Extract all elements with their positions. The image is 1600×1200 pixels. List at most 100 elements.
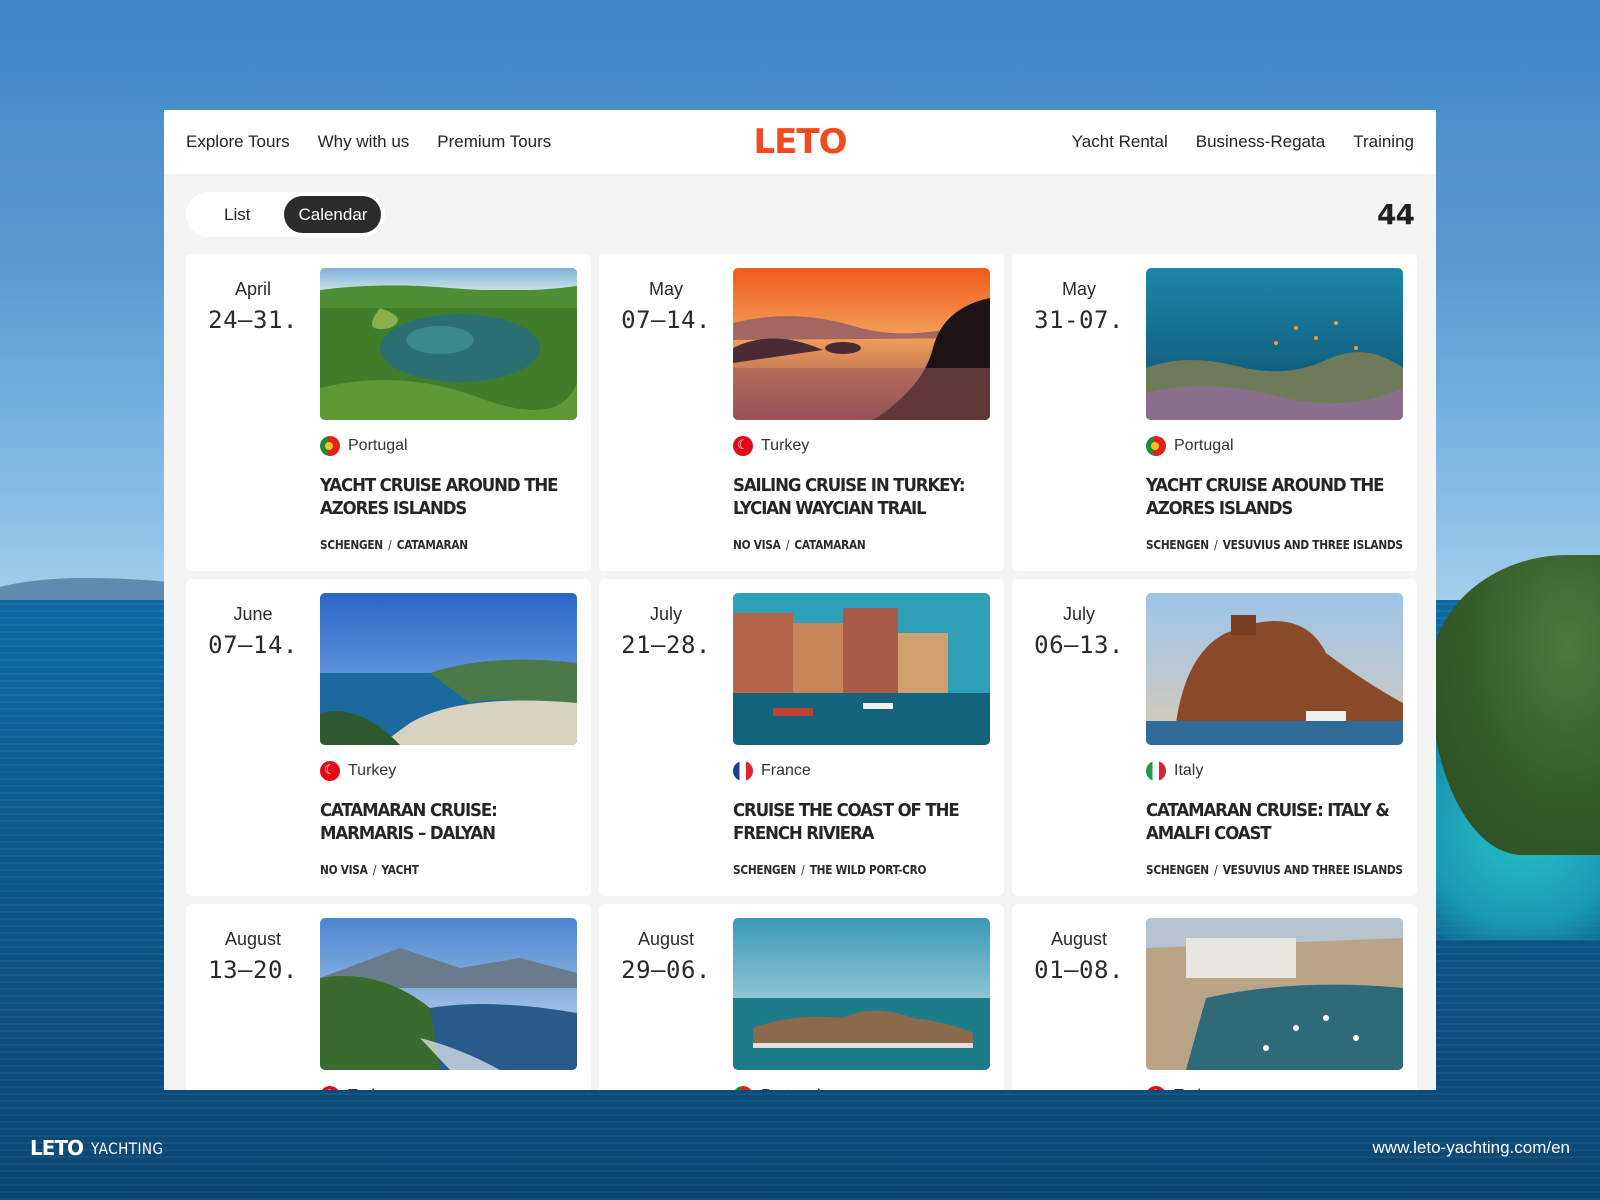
tour-country: Turkey (348, 1087, 396, 1090)
footer-logo: LETO (30, 1136, 84, 1160)
tour-month: April (234, 279, 271, 299)
list-view-button[interactable]: List (190, 196, 284, 233)
tour-photo[interactable] (1146, 593, 1403, 745)
footer-brand-word: YACHTING (91, 1138, 164, 1158)
tour-content: France Cruise the coast of the French Riv… (733, 593, 990, 896)
tour-days: 07–14. (621, 306, 711, 334)
tour-card[interactable]: August 29–06. Portugal (599, 904, 1004, 1090)
tour-country: Portugal (761, 1087, 821, 1090)
flag-icon (320, 436, 340, 456)
leto-logo[interactable]: LETO (754, 125, 848, 159)
tour-photo[interactable] (1146, 268, 1403, 420)
footer-url[interactable]: www.leto-yachting.com/en (1373, 1138, 1570, 1158)
tour-tags: NO VISA / CATAMARAN (733, 538, 997, 552)
tour-content: Portugal Yacht cruise around the Azores I… (1146, 268, 1403, 571)
tour-date: April 24–31. (186, 268, 320, 571)
nav-yacht-rental[interactable]: Yacht Rental (1072, 132, 1168, 152)
tour-title[interactable]: Catamaran cruise: Italy & Amalfi Coast (1146, 799, 1404, 845)
tour-title[interactable]: Sailing cruise in Turkey: Lycian Waycian… (733, 474, 991, 520)
tour-tag: CATAMARAN (794, 538, 866, 552)
tour-card[interactable]: May 07–14. Turkey Sailing cruise in Turkey:… (599, 254, 1004, 571)
tour-photo[interactable] (320, 918, 577, 1070)
tour-date: August 13–20. (186, 918, 320, 1090)
nav-right: Yacht Rental Business-Regata Training (1072, 132, 1414, 152)
footer-brand: LETO YACHTING (30, 1136, 176, 1160)
nav-premium-tours[interactable]: Premium Tours (437, 132, 551, 152)
tour-month: July (649, 604, 682, 624)
tour-title[interactable]: Cruise the coast of the French Riviera (733, 799, 991, 845)
tour-country-row: Portugal (1146, 436, 1403, 456)
tour-card[interactable]: July 06–13. Italy Catamaran cruise: Italy &… (1012, 579, 1417, 896)
nav-left: Explore Tours Why with us Premium Tours (186, 132, 551, 152)
flag-icon (320, 1086, 340, 1090)
view-toolbar: List Calendar 44 (164, 174, 1436, 254)
flag-icon (1146, 1086, 1166, 1090)
tour-card[interactable]: April 24–31. Portugal Yacht cruise around t… (186, 254, 591, 571)
tag-separator: / (1214, 538, 1218, 552)
tour-month: August (224, 929, 282, 949)
tour-tags: SCHENGEN / CATAMARAN (320, 538, 584, 552)
tour-photo[interactable] (733, 593, 990, 745)
tour-country-row: Portugal (733, 1086, 990, 1090)
tour-date: June 07–14. (186, 593, 320, 896)
tour-tag: NO VISA (320, 863, 368, 877)
tour-month: May (1061, 279, 1096, 299)
tour-date: July 21–28. (599, 593, 733, 896)
tour-grid: April 24–31. Portugal Yacht cruise around t… (164, 254, 1436, 1090)
tour-photo[interactable] (733, 268, 990, 420)
tour-tag: SCHENGEN (1146, 538, 1209, 552)
nav-training[interactable]: Training (1353, 132, 1414, 152)
tour-country-row: Turkey (320, 1086, 577, 1090)
tour-content: Turkey (1146, 918, 1403, 1090)
tour-card[interactable]: May 31-07. Portugal Yacht cruise around the… (1012, 254, 1417, 571)
flag-icon (1146, 761, 1166, 781)
tour-tags: SCHENGEN / VESUVIUS AND THREE ISLANDS (1146, 863, 1410, 877)
tour-month: June (233, 604, 273, 624)
tour-tag: CATAMARAN (396, 538, 468, 552)
tour-tag: SCHENGEN (733, 863, 796, 877)
flag-icon (320, 761, 340, 781)
tour-title[interactable]: Yacht cruise around the Azores Islands (320, 474, 578, 520)
tour-days: 07–14. (208, 631, 298, 659)
tour-country-row: Turkey (1146, 1086, 1403, 1090)
tour-card[interactable]: July 21–28. France Cruise the coast of the … (599, 579, 1004, 896)
tour-card[interactable]: June 07–14. Turkey Catamaran cruise: Marmar… (186, 579, 591, 896)
tour-date: August 29–06. (599, 918, 733, 1090)
top-navigation: Explore Tours Why with us Premium Tours … (164, 110, 1436, 174)
tour-country: Italy (1174, 762, 1204, 779)
tour-content: Portugal Yacht cruise around the Azores I… (320, 268, 577, 571)
tour-days: 13–20. (208, 956, 298, 984)
tour-tag: NO VISA (733, 538, 781, 552)
tour-date: May 31-07. (1012, 268, 1146, 571)
tour-tag: SCHENGEN (1146, 863, 1209, 877)
tour-country: Portugal (348, 437, 408, 454)
tour-title[interactable]: Catamaran cruise: Marmaris – Dalyan (320, 799, 578, 845)
tour-country: France (761, 762, 811, 779)
tour-photo[interactable] (733, 918, 990, 1070)
tour-days: 29–06. (621, 956, 711, 984)
tour-content: Turkey Catamaran cruise: Marmaris – Dalya… (320, 593, 577, 896)
view-toggle: List Calendar (186, 191, 386, 237)
nav-explore-tours[interactable]: Explore Tours (186, 132, 290, 152)
calendar-view-button[interactable]: Calendar (284, 195, 382, 233)
tour-card[interactable]: August 01–08. Turkey (1012, 904, 1417, 1090)
tour-photo[interactable] (320, 268, 577, 420)
tour-photo[interactable] (320, 593, 577, 745)
tour-tag: VESUVIUS AND THREE ISLANDS (1222, 538, 1403, 552)
tour-month: July (1062, 604, 1095, 624)
tour-country-row: France (733, 761, 990, 781)
flag-icon (733, 436, 753, 456)
tour-date: July 06–13. (1012, 593, 1146, 896)
nav-business-regata[interactable]: Business-Regata (1196, 132, 1325, 152)
tour-photo[interactable] (1146, 918, 1403, 1070)
flag-icon (733, 761, 753, 781)
tour-tags: SCHENGEN / VESUVIUS AND THREE ISLANDS (1146, 538, 1410, 552)
nav-why-with-us[interactable]: Why with us (318, 132, 410, 152)
tour-month: May (648, 279, 683, 299)
tour-tag: VESUVIUS AND THREE ISLANDS (1222, 863, 1403, 877)
tour-title[interactable]: Yacht cruise around the Azores Islands (1146, 474, 1404, 520)
tour-month: August (637, 929, 695, 949)
tour-content: Turkey Sailing cruise in Turkey: Lycian W… (733, 268, 990, 571)
tour-tag: THE WILD PORT-CRO (809, 863, 927, 877)
tour-card[interactable]: August 13–20. Turkey (186, 904, 591, 1090)
